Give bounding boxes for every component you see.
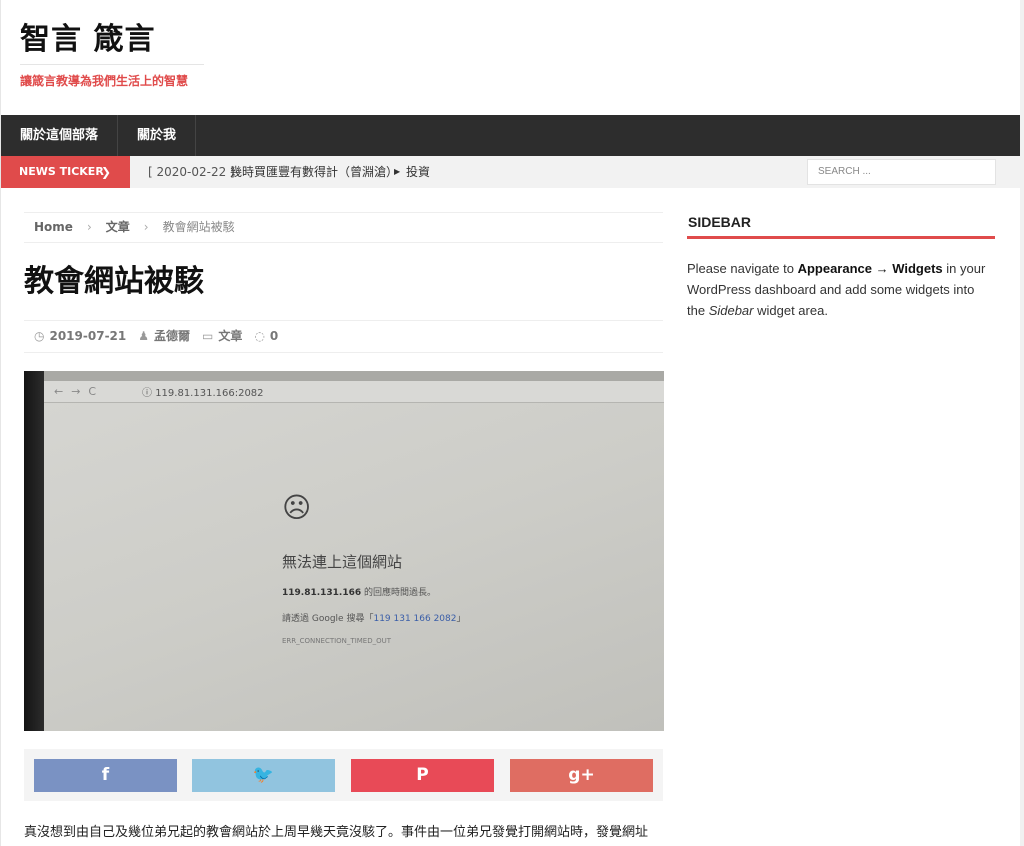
googleplus-icon: g+ [568, 765, 595, 785]
meta-bottom-divider [24, 352, 663, 353]
news-ticker-label: NEWS TICKER ❯ [1, 156, 130, 188]
chevron-right-icon: ❯ [101, 165, 112, 179]
breadcrumb-bottom-divider [24, 242, 663, 243]
share-bar: f 🐦 P g+ [24, 749, 663, 801]
photo-error-line2-prefix: 請透過 Google 搜尋「 [282, 614, 374, 624]
post-date-text: 2019-07-21 [49, 329, 127, 343]
photo-error-line1: 119.81.131.166 的回應時間過長。 [282, 585, 436, 598]
news-ticker-label-text: NEWS TICKER [19, 165, 104, 178]
photo-error-ip: 119.81.131.166 [282, 588, 362, 598]
chevron-right-icon: › [143, 220, 149, 234]
user-icon: ♟ [138, 329, 150, 343]
meta-top-divider [24, 320, 663, 321]
caret-right-icon: ▶ [394, 167, 401, 176]
sidebar-title: SIDEBAR [688, 214, 752, 230]
breadcrumb-top-divider [24, 212, 663, 213]
photo-address-bar [44, 381, 664, 403]
photo-error-line1-suffix: 的回應時間過長。 [361, 588, 437, 598]
pinterest-share-button[interactable]: P [351, 759, 494, 792]
featured-image: ←→C ⓘ 119.81.131.166:2082 ☹ 無法連上這個網站 119… [24, 371, 664, 731]
ticker-category-link[interactable]: 投資 [406, 156, 430, 188]
breadcrumb-home-link[interactable]: Home [34, 219, 73, 235]
twitter-icon: 🐦 [252, 765, 275, 785]
photo-error-link: 119 131 166 2082 [373, 614, 457, 624]
googleplus-share-button[interactable]: g+ [510, 759, 653, 792]
folder-icon: ▭ [202, 329, 214, 343]
photo-url-text: 119.81.131.166:2082 [155, 388, 264, 399]
photo-nav-arrows-icon: ←→C [54, 385, 105, 398]
chevron-right-icon: › [86, 220, 92, 234]
photo-url: ⓘ 119.81.131.166:2082 [142, 388, 264, 399]
breadcrumb-current: 教會網站被駭 [162, 220, 235, 234]
photo-error-line2-suffix: 」 [456, 614, 466, 624]
clock-icon: ◷ [34, 329, 45, 343]
post-title: 教會網站被駭 [24, 264, 204, 299]
breadcrumb-category-link[interactable]: 文章 [106, 219, 130, 235]
comment-icon: ◌ [254, 329, 265, 343]
photo-error-line2: 請透過 Google 搜尋「119 131 166 2082」 [282, 611, 466, 624]
nav-item-about-me[interactable]: 關於我 [118, 115, 197, 156]
post-excerpt: 真沒想到由自己及幾位弟兄起的教會網站於上周早幾天竟沒駭了。事件由一位弟兄發覺打開… [24, 825, 649, 840]
post-author-text: 孟德爾 [154, 329, 191, 343]
twitter-share-button[interactable]: 🐦 [192, 759, 335, 792]
post-author[interactable]: ♟ 孟德爾 [138, 328, 190, 344]
facebook-icon: f [101, 765, 110, 785]
sidebar-title-underline [687, 236, 995, 239]
title-divider [20, 64, 204, 65]
ticker-date: [ 2020-02-22 ] [148, 165, 235, 179]
post-comments-count: 0 [269, 329, 279, 343]
post-date[interactable]: ◷ 2019-07-21 [34, 328, 126, 344]
sidebar-text-1: Please navigate to [687, 261, 798, 276]
post-category-text: 文章 [218, 329, 243, 343]
photo-error-title: 無法連上這個網站 [282, 553, 403, 571]
photo-error-code: ERR_CONNECTION_TIMED_OUT [282, 637, 392, 645]
search-input[interactable]: SEARCH ... [807, 159, 996, 185]
sidebar-text-bold: Appearance → Widgets [797, 261, 943, 276]
main-nav: 關於這個部落 關於我 [1, 115, 1020, 156]
sad-page-icon: ☹ [282, 491, 312, 524]
site-title[interactable]: 智言 箴言 [20, 20, 155, 60]
photo-browser-tabs [44, 371, 664, 381]
sidebar-text: Please navigate to Appearance → Widgets … [687, 258, 987, 321]
news-ticker-bar: NEWS TICKER ❯ [ 2020-02-22 ] 幾時買匯豐有數得計（曾… [1, 156, 1020, 188]
ticker-headline-link[interactable]: 幾時買匯豐有數得計（曾淵滄） [230, 156, 398, 188]
nav-item-about-blog[interactable]: 關於這個部落 [1, 115, 119, 156]
post-meta: ◷ 2019-07-21 ♟ 孟德爾 ▭ 文章 ◌ 0 [34, 328, 290, 344]
site-tagline: 讓箴言教導為我們生活上的智慧 [20, 74, 189, 88]
sidebar-text-3: widget area. [753, 303, 828, 318]
post-category[interactable]: ▭ 文章 [202, 328, 242, 344]
post-comments[interactable]: ◌ 0 [254, 328, 278, 344]
photo-bezel [24, 371, 44, 731]
pinterest-icon: P [416, 765, 429, 785]
sidebar-text-italic: Sidebar [708, 303, 754, 318]
facebook-share-button[interactable]: f [34, 759, 177, 792]
scrollbar[interactable] [1020, 0, 1024, 846]
breadcrumb: Home › 文章 › 教會網站被駭 [34, 219, 235, 235]
